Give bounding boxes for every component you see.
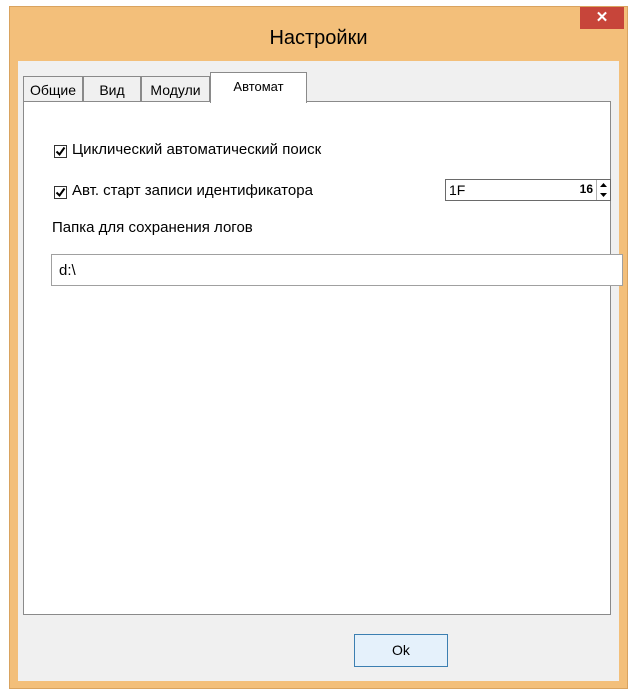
cyclic-search-label: Циклический автоматический поиск [72, 141, 322, 158]
auto-start-label: Авт. старт записи идентификатора [72, 182, 313, 199]
tab-view[interactable]: Вид [83, 76, 141, 102]
close-button[interactable]: ✕ [580, 7, 624, 29]
auto-start-checkbox[interactable] [54, 186, 67, 199]
button-bar: Ok [18, 615, 619, 681]
title-bar[interactable]: Настройки ✕ [10, 7, 627, 61]
identifier-base: 16 [579, 182, 593, 196]
ok-button[interactable]: Ok [354, 634, 448, 667]
check-icon [55, 146, 66, 157]
log-folder-field[interactable] [51, 254, 623, 286]
arrow-up-icon [600, 183, 607, 187]
log-folder-label: Папка для сохранения логов [52, 219, 253, 236]
tab-general[interactable]: Общие [23, 76, 83, 102]
settings-window: Настройки ✕ Общие Вид Модули Автомат Ok … [9, 6, 628, 689]
tab-automat[interactable]: Автомат [210, 72, 307, 103]
spin-up-button[interactable] [597, 180, 610, 190]
close-icon: ✕ [595, 9, 609, 26]
spin-down-button[interactable] [597, 190, 610, 200]
cyclic-search-checkbox[interactable] [54, 145, 67, 158]
tab-modules[interactable]: Модули [141, 76, 210, 102]
log-folder-input[interactable] [59, 261, 609, 279]
check-icon [55, 187, 66, 198]
window-title: Настройки [269, 27, 368, 49]
spin-arrows [596, 180, 610, 200]
identifier-input[interactable] [449, 182, 559, 198]
identifier-spinbox[interactable]: 16 [445, 179, 611, 201]
arrow-down-icon [600, 193, 607, 197]
